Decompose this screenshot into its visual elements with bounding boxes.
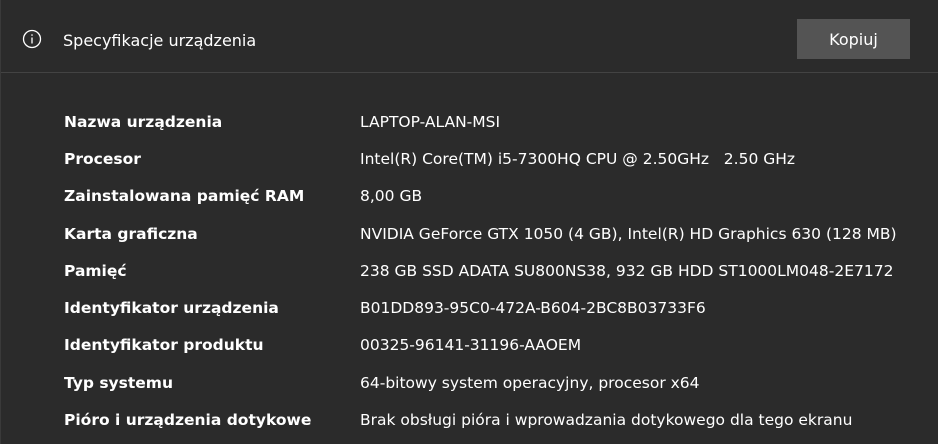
- spec-label: Zainstalowana pamięć RAM: [64, 187, 305, 206]
- spec-row-system-type: Typ systemu 64-bitowy system operacyjny,…: [64, 364, 924, 401]
- spec-label: Identyfikator urządzenia: [64, 299, 279, 318]
- spec-row-device-name: Nazwa urządzenia LAPTOP-ALAN-MSI: [64, 103, 924, 140]
- spec-value: Brak obsługi pióra i wprowadzania dotyko…: [360, 411, 853, 430]
- spec-value: 64-bitowy system operacyjny, procesor x6…: [360, 373, 700, 392]
- spec-label: Procesor: [64, 149, 141, 168]
- spec-label: Pióro i urządzenia dotykowe: [64, 411, 312, 430]
- spec-label: Identyfikator produktu: [64, 336, 264, 355]
- spec-row-device-id: Identyfikator urządzenia B01DD893-95C0-4…: [64, 289, 924, 326]
- section-title: Specyfikacje urządzenia: [63, 31, 257, 50]
- spec-value: Intel(R) Core(TM) i5-7300HQ CPU @ 2.50GH…: [360, 149, 796, 168]
- spec-label: Nazwa urządzenia: [64, 112, 223, 131]
- spec-label: Typ systemu: [64, 373, 173, 392]
- info-icon: [21, 28, 43, 50]
- spec-row-ram: Zainstalowana pamięć RAM 8,00 GB: [64, 178, 924, 215]
- spec-row-product-id: Identyfikator produktu 00325-96141-31196…: [64, 327, 924, 364]
- spec-value: NVIDIA GeForce GTX 1050 (4 GB), Intel(R)…: [360, 224, 897, 243]
- spec-row-graphics: Karta graficzna NVIDIA GeForce GTX 1050 …: [64, 215, 924, 252]
- spec-value: 00325-96141-31196-AAOEM: [360, 336, 582, 355]
- spec-row-processor: Procesor Intel(R) Core(TM) i5-7300HQ CPU…: [64, 140, 924, 177]
- spec-label: Karta graficzna: [64, 224, 198, 243]
- copy-button[interactable]: Kopiuj: [797, 19, 910, 59]
- spec-list: Nazwa urządzenia LAPTOP-ALAN-MSI Proceso…: [64, 103, 924, 439]
- spec-row-pen-touch: Pióro i urządzenia dotykowe Brak obsługi…: [64, 401, 924, 438]
- spec-label: Pamięć: [64, 261, 127, 280]
- spec-value: 8,00 GB: [360, 187, 423, 206]
- spec-row-storage: Pamięć 238 GB SSD ADATA SU800NS38, 932 G…: [64, 252, 924, 289]
- spec-value: 238 GB SSD ADATA SU800NS38, 932 GB HDD S…: [360, 261, 894, 280]
- spec-value: LAPTOP-ALAN-MSI: [360, 112, 501, 131]
- panel-header[interactable]: Specyfikacje urządzenia Kopiuj: [1, 0, 938, 73]
- device-specifications-panel: Specyfikacje urządzenia Kopiuj Nazwa urz…: [0, 0, 938, 444]
- spec-value: B01DD893-95C0-472A-B604-2BC8B03733F6: [360, 299, 706, 318]
